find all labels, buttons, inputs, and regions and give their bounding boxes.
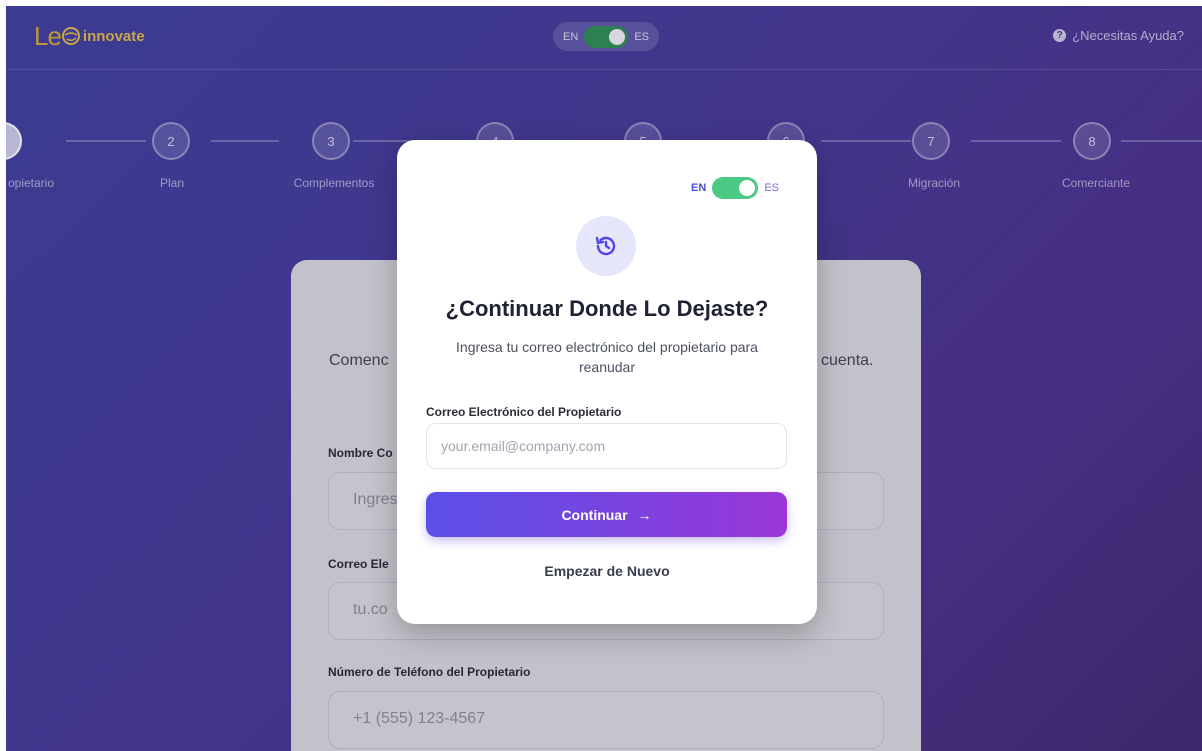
- app-frame: Le innovate EN ES ? ¿Necesitas Ayuda? 2 …: [6, 6, 1202, 751]
- continue-button[interactable]: Continuar →: [426, 492, 787, 537]
- arrow-right-icon: →: [637, 506, 652, 523]
- continue-label: Continuar: [561, 506, 628, 523]
- modal-language-toggle[interactable]: EN ES: [691, 177, 779, 199]
- resume-dialog: EN ES ¿Continuar Donde Lo Dejaste? Ingre…: [397, 140, 817, 624]
- email-field[interactable]: [426, 423, 787, 469]
- modal-lang-es: ES: [764, 182, 779, 194]
- modal-language-switch[interactable]: [712, 177, 759, 199]
- modal-lang-en: EN: [691, 182, 707, 194]
- history-icon: [576, 216, 636, 276]
- email-field-label: Correo Electrónico del Propietario: [426, 405, 622, 419]
- dialog-title: ¿Continuar Donde Lo Dejaste?: [445, 296, 769, 321]
- start-over-link[interactable]: Empezar de Nuevo: [397, 563, 817, 579]
- dialog-description: Ingresa tu correo electrónico del propie…: [456, 339, 758, 375]
